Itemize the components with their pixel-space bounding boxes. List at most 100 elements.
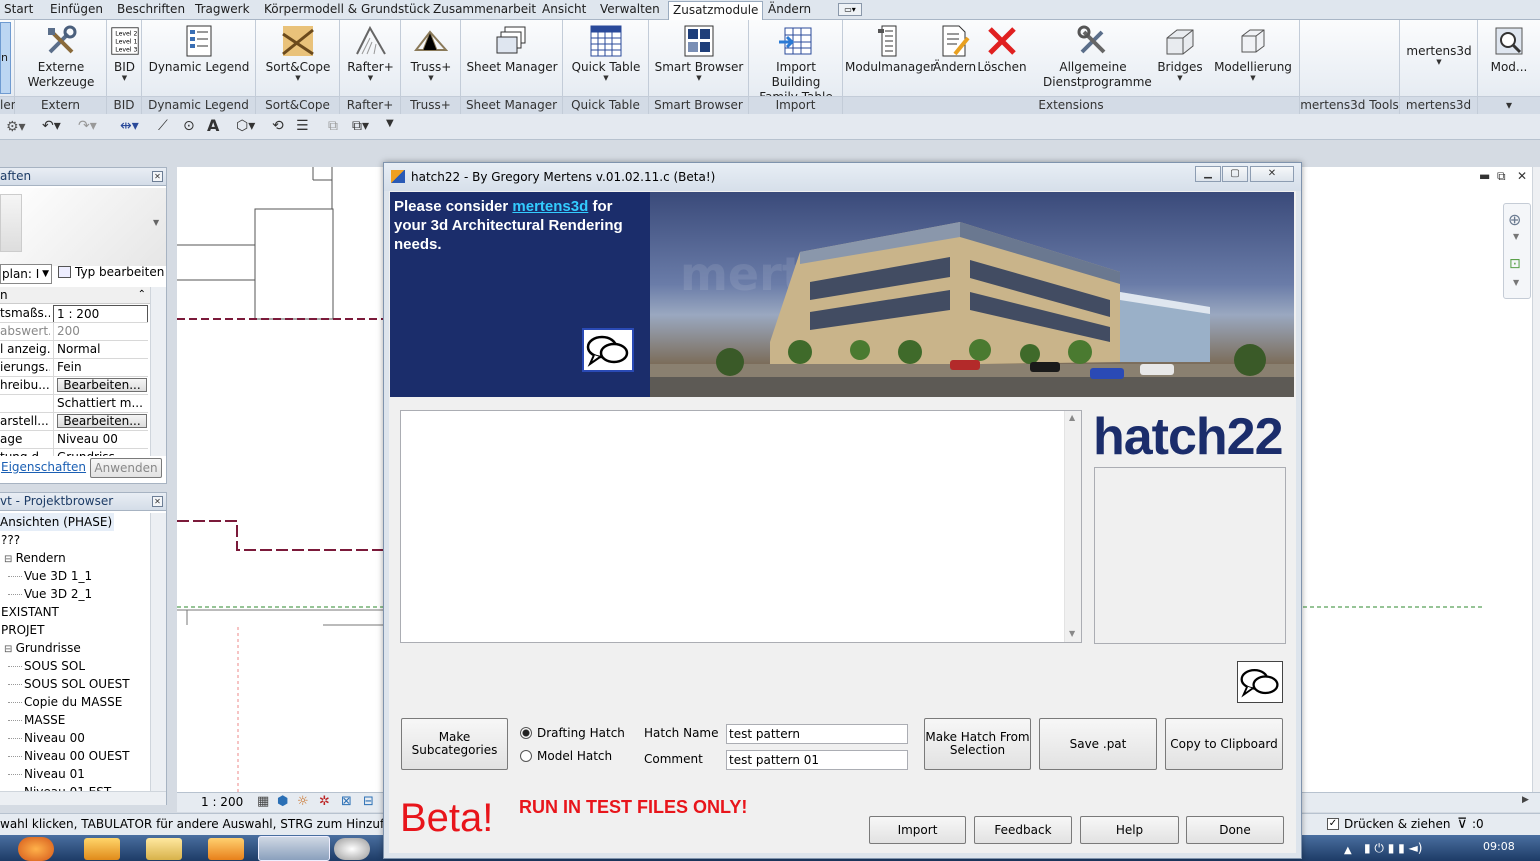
comment-field[interactable]: test pattern 01 [726, 750, 908, 770]
browser-tree-item[interactable]: Ansichten (PHASE) [0, 513, 115, 531]
tray-expand-icon[interactable]: ▲ [1344, 845, 1352, 856]
loeschen-button[interactable]: Löschen [977, 22, 1027, 75]
tab-tragwerk[interactable]: Tragwerk [195, 2, 250, 16]
close-icon[interactable]: ✕ [1250, 166, 1294, 182]
truss-button[interactable]: Truss+ ▼ [401, 22, 461, 82]
tab-koerpermodell[interactable]: Körpermodell & Grundstück [264, 2, 430, 16]
tab-aendern[interactable]: Ändern [768, 2, 811, 16]
property-value[interactable]: Fein [53, 359, 148, 376]
3d-view-icon[interactable]: ⬡▾ [236, 118, 255, 134]
modellierung-button[interactable]: Modellierung ▼ [1213, 22, 1293, 82]
browser-tree-item[interactable]: ??? [1, 531, 20, 549]
measure-icon[interactable]: ⇹▾ [120, 118, 139, 134]
zoom-region-icon[interactable]: ⊡ [1509, 256, 1521, 272]
tab-verwalten[interactable]: Verwalten [600, 2, 660, 16]
property-value[interactable]: Bearbeiten... [53, 413, 148, 430]
shadows-icon[interactable]: ✲ [319, 794, 330, 809]
properties-help-link[interactable]: Eigenschaften [1, 460, 86, 474]
chat-bubble-icon[interactable] [582, 328, 634, 372]
property-row[interactable]: tsmaßs... 1 : 200 [0, 305, 148, 323]
property-row[interactable]: age Niveau 00 [0, 431, 148, 449]
tab-zusammenarbeit[interactable]: Zusammenarbeit [433, 2, 536, 16]
sheet-manager-button[interactable]: Sheet Manager [461, 22, 563, 75]
chat-bubble-icon[interactable] [1237, 661, 1283, 703]
tab-start[interactable]: Start [4, 2, 33, 16]
tab-ansicht[interactable]: Ansicht [542, 2, 586, 16]
browser-tree-item[interactable]: ⊟ Grundrisse [4, 639, 81, 659]
visual-style-icon[interactable]: ⬢ [277, 794, 288, 809]
import-button[interactable]: Import [869, 816, 966, 844]
property-value[interactable]: Normal [53, 341, 148, 358]
promo-banner[interactable]: Please consider mertens3d for your 3d Ar… [390, 192, 1294, 397]
save-pat-button[interactable]: Save .pat [1039, 718, 1157, 770]
feedback-button[interactable]: Feedback [974, 816, 1072, 844]
apply-button[interactable]: Anwenden [90, 458, 162, 478]
sun-path-icon[interactable]: ☼ [297, 794, 309, 809]
tab-zusatzmodule[interactable]: Zusatzmodule [668, 1, 764, 20]
bridges-button[interactable]: Bridges ▼ [1155, 22, 1205, 82]
property-value[interactable]: Bearbeiten... [53, 377, 148, 394]
mertens3d-button[interactable]: mertens3d ▼ [1400, 44, 1478, 66]
browser-tree-item[interactable]: Niveau 01 [8, 765, 85, 783]
detail-level-icon[interactable]: ▦ [257, 794, 269, 809]
redo-icon[interactable]: ↷▾ [78, 118, 97, 134]
modulmanager-button[interactable]: Modulmanager [845, 22, 935, 75]
close-hidden-icon[interactable]: ⧉ [328, 118, 338, 134]
property-row[interactable]: l anzeig...Normal [0, 341, 148, 359]
view-restore-icon[interactable]: ⧉ [1497, 169, 1506, 184]
outlook-icon[interactable] [84, 838, 120, 860]
edit-type-button[interactable]: Typ bearbeiten [58, 265, 164, 279]
chevron-down-icon[interactable]: ▼ [1513, 278, 1519, 287]
browser-tree-item[interactable]: ⊟ Rendern [4, 549, 66, 569]
allgemeine-dienstprogramme-button[interactable]: Allgemeine Dienstprogramme [1038, 22, 1152, 90]
property-row[interactable]: Schattiert m... [0, 395, 148, 413]
textarea-scrollbar[interactable]: ▲ ▼ [1064, 411, 1081, 642]
model-hatch-radio[interactable]: Model Hatch [520, 749, 612, 763]
property-value[interactable]: Schattiert m... [53, 395, 148, 412]
ribbon-edge-button[interactable]: n [0, 22, 11, 94]
property-row[interactable]: arstell... Bearbeiten... [0, 413, 148, 431]
edit-property-button[interactable]: Bearbeiten... [57, 378, 147, 392]
browser-tree-item[interactable]: MASSE [8, 711, 65, 729]
browser-hscrollbar[interactable] [0, 791, 166, 805]
browser-tree-item[interactable]: SOUS SOL OUEST [8, 675, 130, 693]
chevron-down-icon[interactable]: ▼ [1513, 232, 1519, 241]
property-row[interactable]: ierungs...Fein [0, 359, 148, 377]
rafter-button[interactable]: Rafter+ ▼ [340, 22, 401, 82]
externe-werkzeuge-button[interactable]: Externe Werkzeuge [15, 22, 107, 90]
view-scale[interactable]: 1 : 200 [201, 795, 243, 809]
close-icon[interactable]: ✕ [152, 171, 163, 182]
mertens3d-link[interactable]: mertens3d [512, 198, 588, 215]
collapse-icon[interactable]: ⊟ [4, 644, 16, 655]
steering-wheel-icon[interactable]: ⊕ [1508, 210, 1521, 229]
pattern-preview-textarea[interactable]: ▲ ▼ [400, 410, 1082, 643]
browser-scrollbar[interactable] [150, 513, 166, 791]
chevron-down-icon[interactable]: ▼ [153, 218, 159, 227]
property-value[interactable]: Niveau 00 [53, 431, 148, 448]
make-subcategories-button[interactable]: Make Subcategories [401, 718, 508, 770]
smart-browser-button[interactable]: Smart Browser ▼ [649, 22, 749, 82]
done-button[interactable]: Done [1186, 816, 1284, 844]
view-minimize-icon[interactable]: ▬ [1479, 169, 1490, 183]
thin-lines-icon[interactable]: ☰ [296, 118, 309, 134]
aendern-button[interactable]: Ändern [933, 22, 976, 75]
browser-tree-item[interactable]: Niveau 00 OUEST [8, 747, 129, 765]
firefox-icon[interactable] [18, 837, 54, 861]
ribbon-minimize-icon[interactable]: ▭▾ [838, 3, 862, 16]
crop-view-icon[interactable]: ⊠ [341, 794, 352, 809]
revit-task-button[interactable] [258, 836, 330, 861]
minimize-icon[interactable]: ▁ [1195, 166, 1221, 182]
filter-icon[interactable]: ⊽ [1457, 814, 1467, 835]
canvas-vscrollbar[interactable] [1532, 167, 1540, 792]
maximize-icon[interactable]: ▢ [1222, 166, 1248, 182]
bid-button[interactable]: Level 2 Level 1 Level 3 BID ▼ [107, 22, 142, 82]
properties-scrollbar[interactable] [150, 287, 166, 456]
drafting-hatch-radio[interactable]: Drafting Hatch [520, 726, 625, 740]
scroll-right-icon[interactable]: ▶ [1522, 795, 1529, 805]
copy-to-clipboard-button[interactable]: Copy to Clipboard [1165, 718, 1283, 770]
text-icon[interactable]: A [207, 116, 219, 135]
tag-icon[interactable]: ⊙ [183, 118, 195, 134]
property-value[interactable]: Grundriss [53, 449, 148, 456]
dimension-icon[interactable]: ⟋ [158, 118, 168, 134]
gear-icon[interactable]: ⚙▾ [6, 119, 26, 135]
